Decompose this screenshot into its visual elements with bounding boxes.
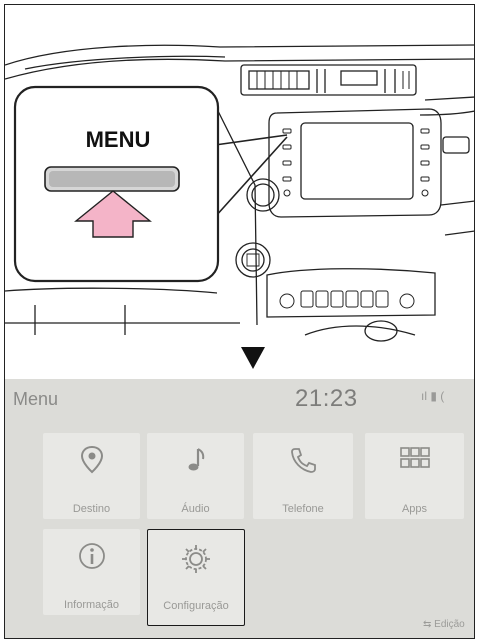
menu-callout-label: MENU: [85, 127, 151, 152]
music-note-icon: [147, 445, 244, 480]
tile-label: Configuração: [163, 600, 229, 612]
screen-title: Menu: [13, 389, 59, 409]
tile-apps[interactable]: Apps: [365, 433, 464, 519]
tile-informacao[interactable]: Informação: [43, 529, 140, 615]
phone-icon: [253, 445, 353, 480]
edit-label: Edição: [434, 619, 465, 630]
tile-label: Informação: [63, 599, 120, 611]
tile-label: Áudio: [181, 503, 210, 515]
tile-configuracao[interactable]: Configuração: [147, 529, 245, 626]
down-arrow-icon: [241, 347, 265, 369]
tile-telefone[interactable]: Telefone: [253, 433, 353, 519]
menu-screen: Menu 21:23 ıl ▮ ( Destino Áudio Telefone: [5, 379, 474, 638]
status-bar: Menu 21:23 ıl ▮ (: [5, 379, 474, 419]
status-icons: ıl ▮ (: [421, 389, 445, 403]
tile-label: Destino: [72, 503, 111, 515]
grid-icon: [365, 445, 464, 476]
tile-label: Apps: [401, 503, 428, 515]
tile-audio[interactable]: Áudio: [147, 433, 244, 519]
info-icon: [43, 541, 140, 576]
map-pin-icon: [43, 445, 140, 480]
tile-label: Telefone: [282, 503, 324, 515]
edit-icon: ⇆: [423, 619, 435, 630]
edit-button[interactable]: ⇆ Edição: [423, 619, 465, 630]
tile-destino[interactable]: Destino: [43, 433, 140, 519]
clock: 21:23: [295, 385, 358, 412]
dashboard-illustration: [5, 44, 474, 342]
figure-frame: MENU Menu 21:23 ıl ▮ ( Destino Áudio Tel…: [4, 4, 475, 639]
gear-icon: [148, 542, 244, 581]
